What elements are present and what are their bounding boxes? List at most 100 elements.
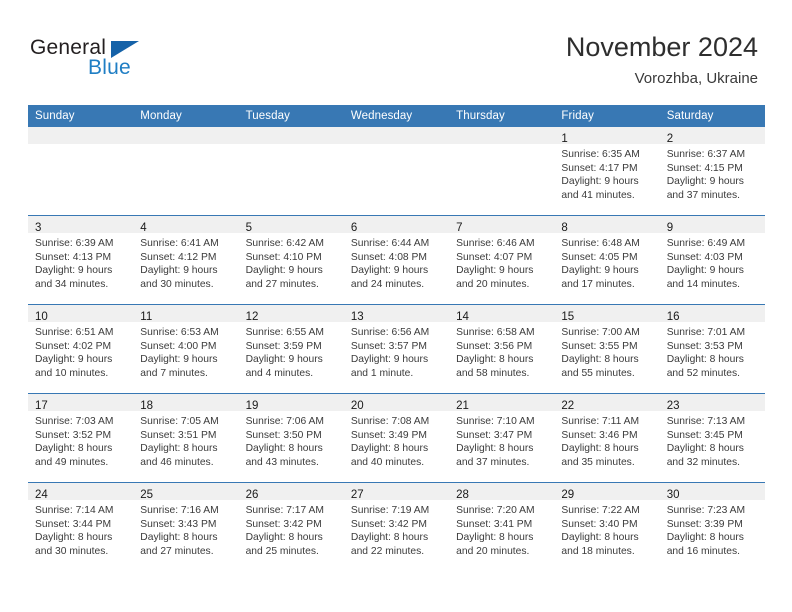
calendar-day-cell[interactable]: 30 Sunrise: 7:23 AM Sunset: 3:39 PM Dayligh… — [659, 482, 765, 571]
day-number: 9 — [666, 222, 674, 234]
calendar-day-cell[interactable]: 12 Sunrise: 6:55 AM Sunset: 3:59 PM Dayligh… — [238, 304, 344, 394]
daylight-text-line1: Daylight: 9 hours — [350, 265, 429, 277]
sunrise-text: Sunrise: 7:19 AM — [350, 505, 430, 516]
daylight-text-line2: and 46 minutes. — [140, 456, 214, 468]
sunset-text: Sunset: 3:43 PM — [140, 518, 217, 530]
calendar-day-cell[interactable]: 19 Sunrise: 7:06 AM Sunset: 3:50 PM Dayligh… — [238, 393, 344, 483]
calendar-day-cell[interactable]: 21 Sunrise: 7:10 AM Sunset: 3:47 PM Dayligh… — [449, 393, 555, 483]
day-number: 6 — [350, 222, 358, 234]
day-details: Sunrise: 7:23 AM Sunset: 3:39 PM Daylight:… — [660, 500, 765, 558]
day-details: Sunrise: 7:11 AM Sunset: 3:46 PM Daylight:… — [554, 411, 659, 469]
daylight-text-line1: Daylight: 9 hours — [140, 354, 218, 366]
day-number-strip: 20 — [343, 394, 450, 412]
calendar-week-row: 10 Sunrise: 6:51 AM Sunset: 4:02 PM Dayligh… — [28, 304, 765, 394]
daylight-text-line1: Daylight: 8 hours — [140, 532, 218, 544]
day-number-strip: 16 — [659, 305, 765, 323]
page-title: November 2024 — [565, 32, 758, 62]
weekday-header-thursday: Thursday — [449, 105, 555, 127]
day-number-strip: 5 — [238, 216, 344, 234]
calendar-day-cell[interactable]: 25 Sunrise: 7:16 AM Sunset: 3:43 PM Dayligh… — [133, 482, 239, 571]
sunrise-text: Sunrise: 7:08 AM — [350, 416, 430, 427]
daylight-text-line1: Daylight: 8 hours — [456, 443, 534, 455]
day-number: 25 — [140, 489, 154, 501]
sunset-text: Sunset: 3:42 PM — [350, 518, 427, 530]
day-number-strip: 18 — [133, 394, 239, 412]
calendar-day-cell[interactable]: 4 Sunrise: 6:41 AM Sunset: 4:12 PM Daylight… — [133, 215, 239, 305]
day-number: 15 — [561, 311, 575, 323]
sunrise-text: Sunrise: 6:42 AM — [245, 238, 324, 249]
calendar-day-cell[interactable]: 2 Sunrise: 6:37 AM Sunset: 4:15 PM Daylight… — [659, 127, 765, 216]
sunset-text: Sunset: 3:52 PM — [35, 429, 112, 441]
sunrise-text: Sunrise: 6:35 AM — [561, 149, 640, 160]
day-details: Sunrise: 6:51 AM Sunset: 4:02 PM Daylight:… — [28, 322, 133, 380]
sunset-text: Sunset: 4:00 PM — [140, 340, 217, 352]
calendar-day-cell[interactable]: 16 Sunrise: 7:01 AM Sunset: 3:53 PM Dayligh… — [659, 304, 765, 394]
daylight-text-line1: Daylight: 8 hours — [666, 532, 744, 544]
day-number: 23 — [666, 400, 680, 412]
calendar-day-cell[interactable]: 27 Sunrise: 7:19 AM Sunset: 3:42 PM Dayligh… — [343, 482, 450, 571]
day-details: Sunrise: 7:14 AM Sunset: 3:44 PM Daylight:… — [28, 500, 133, 558]
day-details — [28, 144, 133, 148]
calendar-day-cell[interactable]: 24 Sunrise: 7:14 AM Sunset: 3:44 PM Dayligh… — [28, 482, 134, 571]
day-number: 20 — [350, 400, 364, 412]
day-number: 5 — [245, 222, 252, 234]
daylight-text-line1: Daylight: 8 hours — [350, 443, 429, 455]
day-number: 3 — [35, 222, 42, 234]
sunrise-text: Sunrise: 7:23 AM — [666, 505, 746, 516]
sunrise-text: Sunrise: 7:22 AM — [561, 505, 640, 516]
calendar-day-cell[interactable]: 11 Sunrise: 6:53 AM Sunset: 4:00 PM Dayligh… — [133, 304, 239, 394]
calendar-day-cell[interactable]: 26 Sunrise: 7:17 AM Sunset: 3:42 PM Dayligh… — [238, 482, 344, 571]
sunset-text: Sunset: 3:40 PM — [561, 518, 638, 530]
calendar-week-row: 3 Sunrise: 6:39 AM Sunset: 4:13 PM Daylight… — [28, 215, 765, 305]
day-number-strip: 8 — [554, 216, 660, 234]
calendar-day-cell[interactable]: 6 Sunrise: 6:44 AM Sunset: 4:08 PM Daylight… — [343, 215, 450, 305]
day-number-strip: 24 — [28, 483, 134, 501]
sunset-text: Sunset: 3:51 PM — [140, 429, 217, 441]
daylight-text-line2: and 20 minutes. — [456, 278, 530, 290]
calendar-day-cell[interactable]: 15 Sunrise: 7:00 AM Sunset: 3:55 PM Dayligh… — [554, 304, 660, 394]
sunset-text: Sunset: 4:12 PM — [140, 251, 217, 263]
day-number-strip: 14 — [449, 305, 555, 323]
calendar-day-cell[interactable]: 1 Sunrise: 6:35 AM Sunset: 4:17 PM Daylight… — [554, 127, 660, 216]
sunrise-text: Sunrise: 7:03 AM — [35, 416, 114, 427]
sunrise-text: Sunrise: 7:13 AM — [666, 416, 746, 427]
daylight-text-line2: and 35 minutes. — [561, 456, 635, 468]
sunset-text: Sunset: 3:46 PM — [561, 429, 638, 441]
daylight-text-line1: Daylight: 9 hours — [456, 265, 534, 277]
calendar-day-cell[interactable]: 20 Sunrise: 7:08 AM Sunset: 3:49 PM Dayligh… — [343, 393, 450, 483]
sunset-text: Sunset: 3:55 PM — [561, 340, 638, 352]
calendar-day-cell[interactable]: 7 Sunrise: 6:46 AM Sunset: 4:07 PM Daylight… — [449, 215, 555, 305]
calendar-day-cell[interactable]: 5 Sunrise: 6:42 AM Sunset: 4:10 PM Daylight… — [238, 215, 344, 305]
sunset-text: Sunset: 4:13 PM — [35, 251, 112, 263]
day-number: 18 — [140, 400, 154, 412]
calendar-day-cell[interactable]: 14 Sunrise: 6:58 AM Sunset: 3:56 PM Dayligh… — [449, 304, 555, 394]
sunrise-text: Sunrise: 6:48 AM — [561, 238, 640, 249]
calendar-day-cell[interactable]: 23 Sunrise: 7:13 AM Sunset: 3:45 PM Dayligh… — [659, 393, 765, 483]
daylight-text-line1: Daylight: 8 hours — [561, 443, 639, 455]
sunset-text: Sunset: 3:53 PM — [666, 340, 743, 352]
daylight-text-line1: Daylight: 8 hours — [140, 443, 218, 455]
daylight-text-line2: and 17 minutes. — [561, 278, 635, 290]
day-details: Sunrise: 7:03 AM Sunset: 3:52 PM Daylight:… — [28, 411, 133, 469]
calendar-day-cell[interactable]: 28 Sunrise: 7:20 AM Sunset: 3:41 PM Dayligh… — [449, 482, 555, 571]
sunrise-text: Sunrise: 7:01 AM — [666, 327, 746, 338]
calendar-day-cell[interactable]: 22 Sunrise: 7:11 AM Sunset: 3:46 PM Dayligh… — [554, 393, 660, 483]
calendar-day-cell[interactable]: 18 Sunrise: 7:05 AM Sunset: 3:51 PM Dayligh… — [133, 393, 239, 483]
daylight-text-line1: Daylight: 8 hours — [35, 443, 113, 455]
calendar-day-cell[interactable]: 13 Sunrise: 6:56 AM Sunset: 3:57 PM Dayligh… — [343, 304, 450, 394]
day-details: Sunrise: 7:19 AM Sunset: 3:42 PM Daylight:… — [344, 500, 449, 558]
daylight-text-line2: and 24 minutes. — [350, 278, 425, 290]
calendar-day-cell[interactable]: 9 Sunrise: 6:49 AM Sunset: 4:03 PM Daylight… — [659, 215, 765, 305]
day-details: Sunrise: 7:13 AM Sunset: 3:45 PM Daylight:… — [660, 411, 765, 469]
calendar-day-cell[interactable]: 10 Sunrise: 6:51 AM Sunset: 4:02 PM Dayligh… — [28, 304, 134, 394]
calendar-day-cell[interactable]: 29 Sunrise: 7:22 AM Sunset: 3:40 PM Dayligh… — [554, 482, 660, 571]
calendar-day-cell[interactable]: 8 Sunrise: 6:48 AM Sunset: 4:05 PM Daylight… — [554, 215, 660, 305]
calendar-day-cell[interactable]: 3 Sunrise: 6:39 AM Sunset: 4:13 PM Daylight… — [28, 215, 134, 305]
calendar-day-cell[interactable]: 17 Sunrise: 7:03 AM Sunset: 3:52 PM Dayligh… — [28, 393, 134, 483]
general-blue-logo[interactable]: General Blue — [30, 36, 170, 86]
sunset-text: Sunset: 4:17 PM — [561, 162, 638, 174]
day-number-strip: 13 — [343, 305, 450, 323]
sunrise-text: Sunrise: 6:44 AM — [350, 238, 430, 249]
daylight-text-line2: and 43 minutes. — [245, 456, 319, 468]
location-subtitle: Vorozhba, Ukraine — [634, 70, 758, 87]
